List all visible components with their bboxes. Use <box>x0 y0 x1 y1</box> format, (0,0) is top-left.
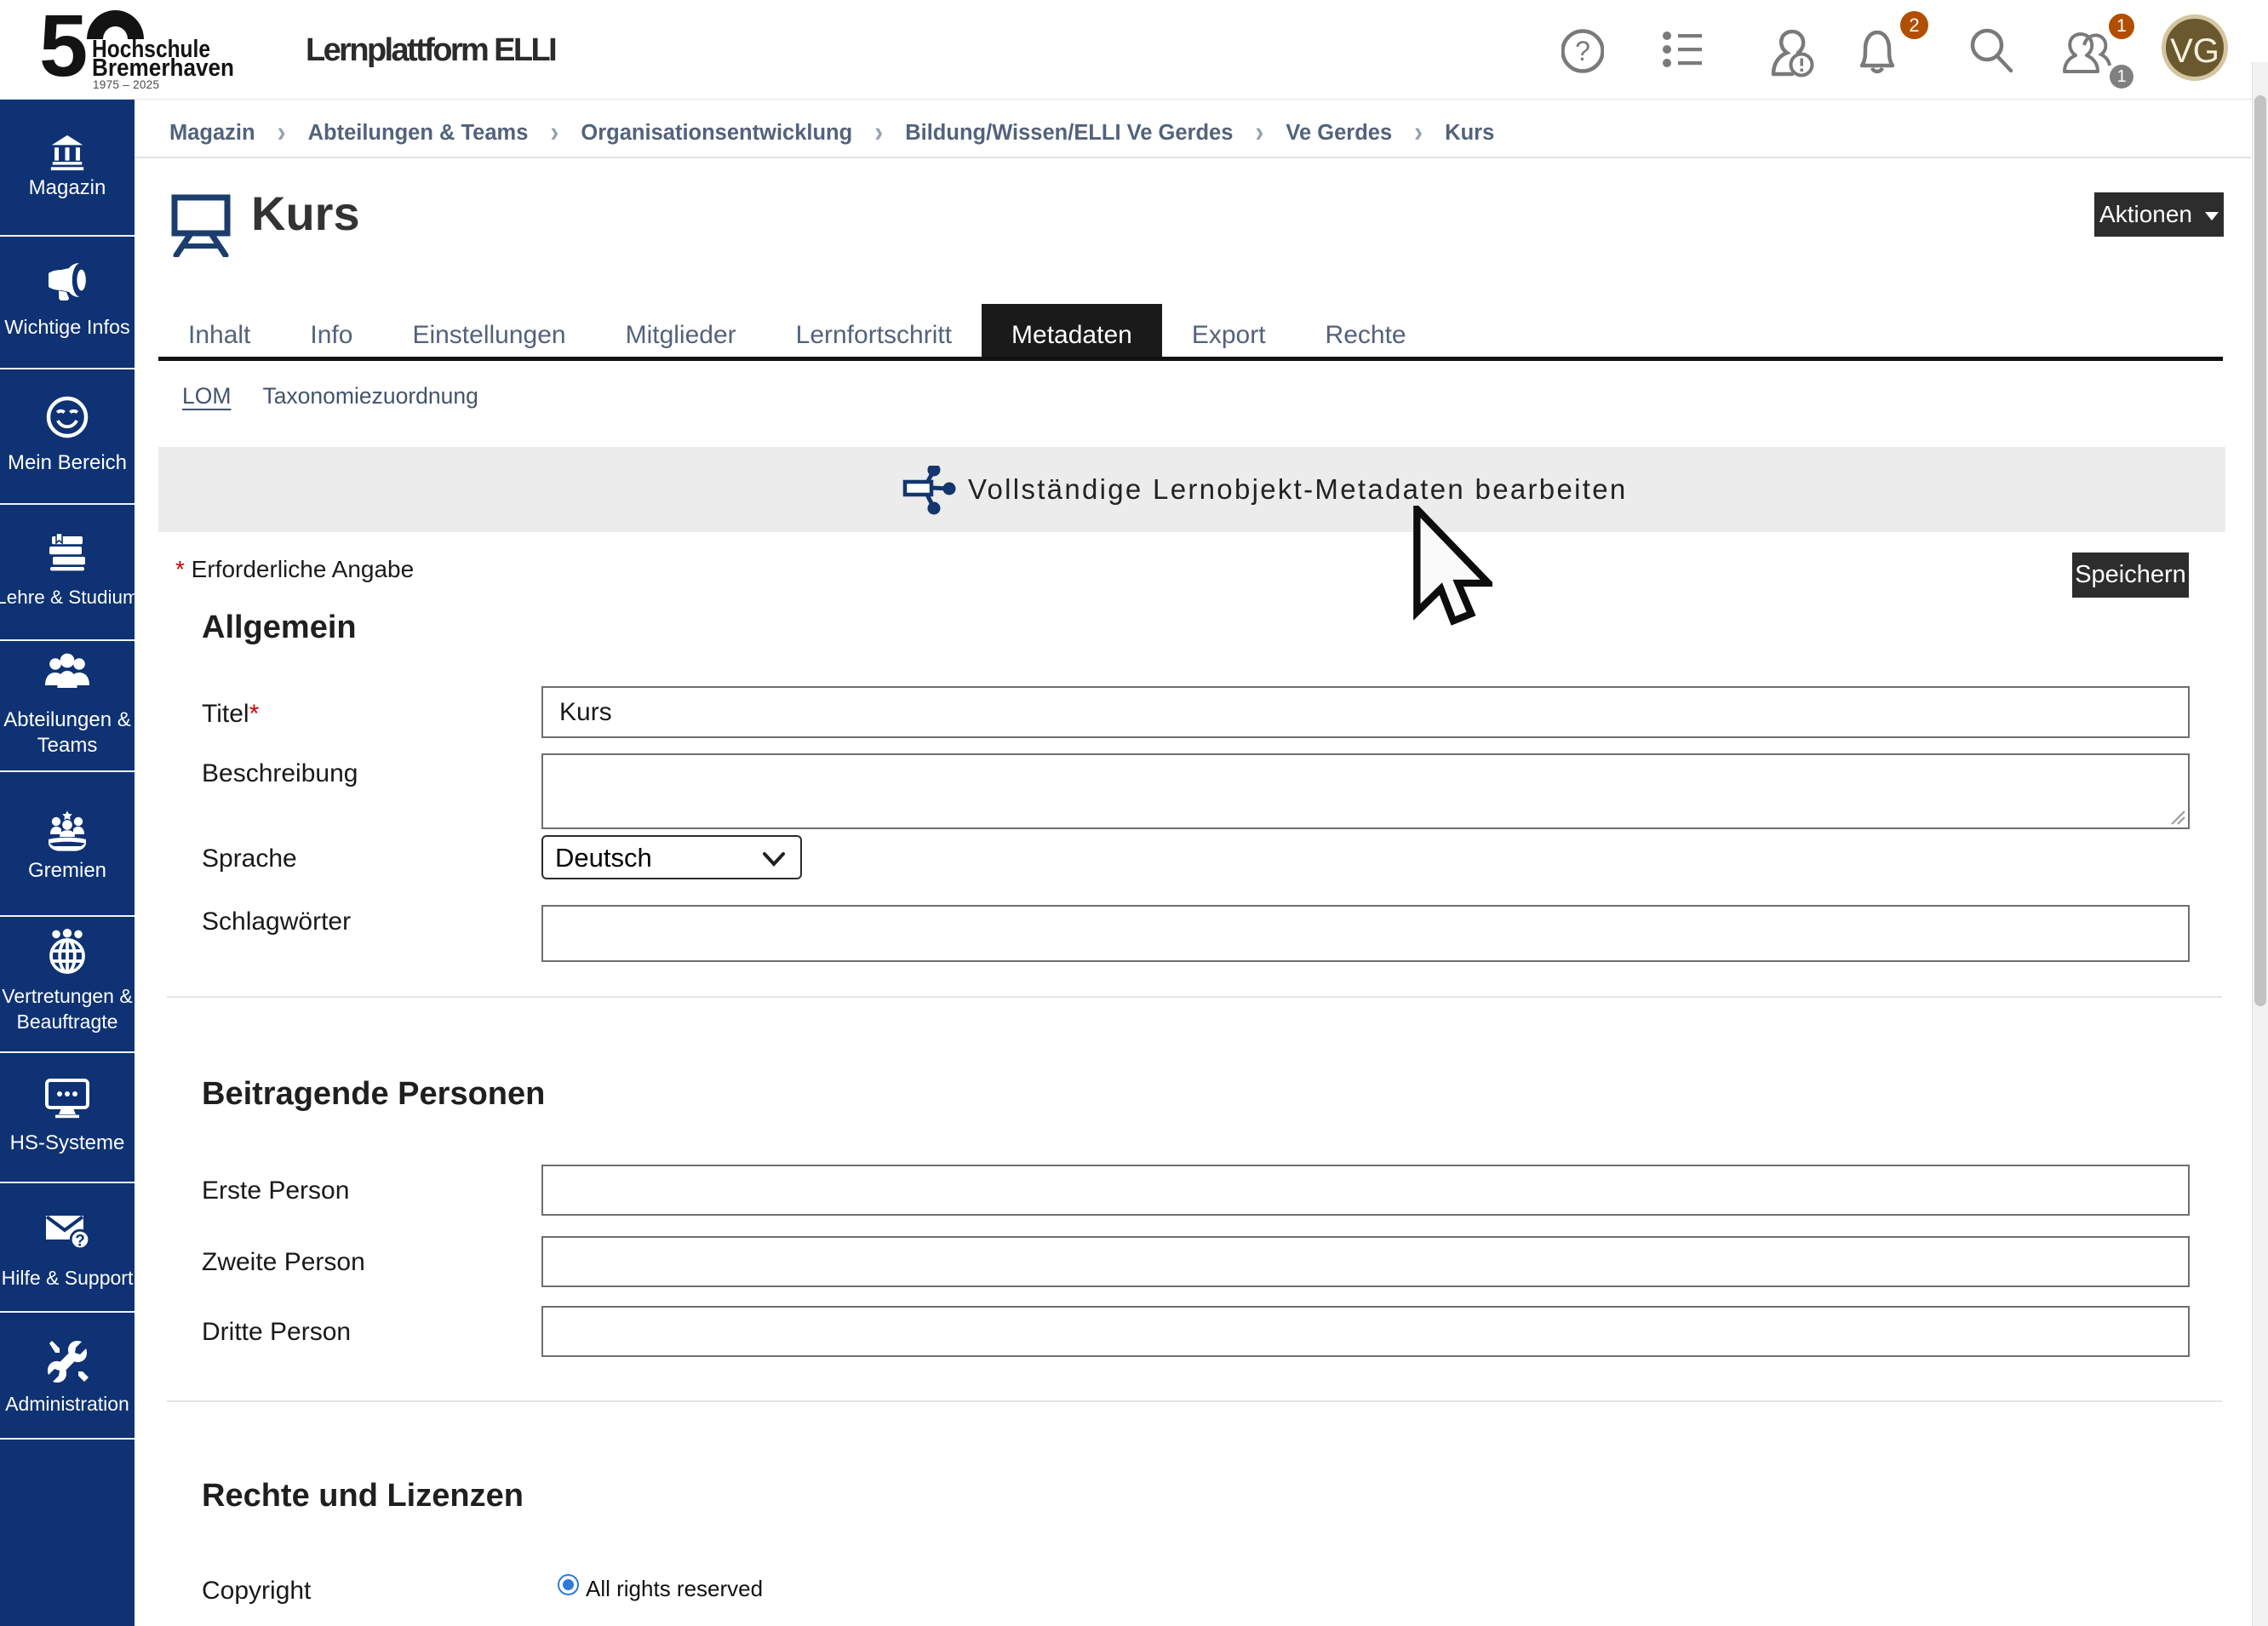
svg-text:1975 – 2025: 1975 – 2025 <box>93 78 159 91</box>
svg-text:?: ? <box>1575 36 1590 66</box>
svg-text:?: ? <box>75 1233 85 1251</box>
svg-text:5: 5 <box>39 7 88 94</box>
